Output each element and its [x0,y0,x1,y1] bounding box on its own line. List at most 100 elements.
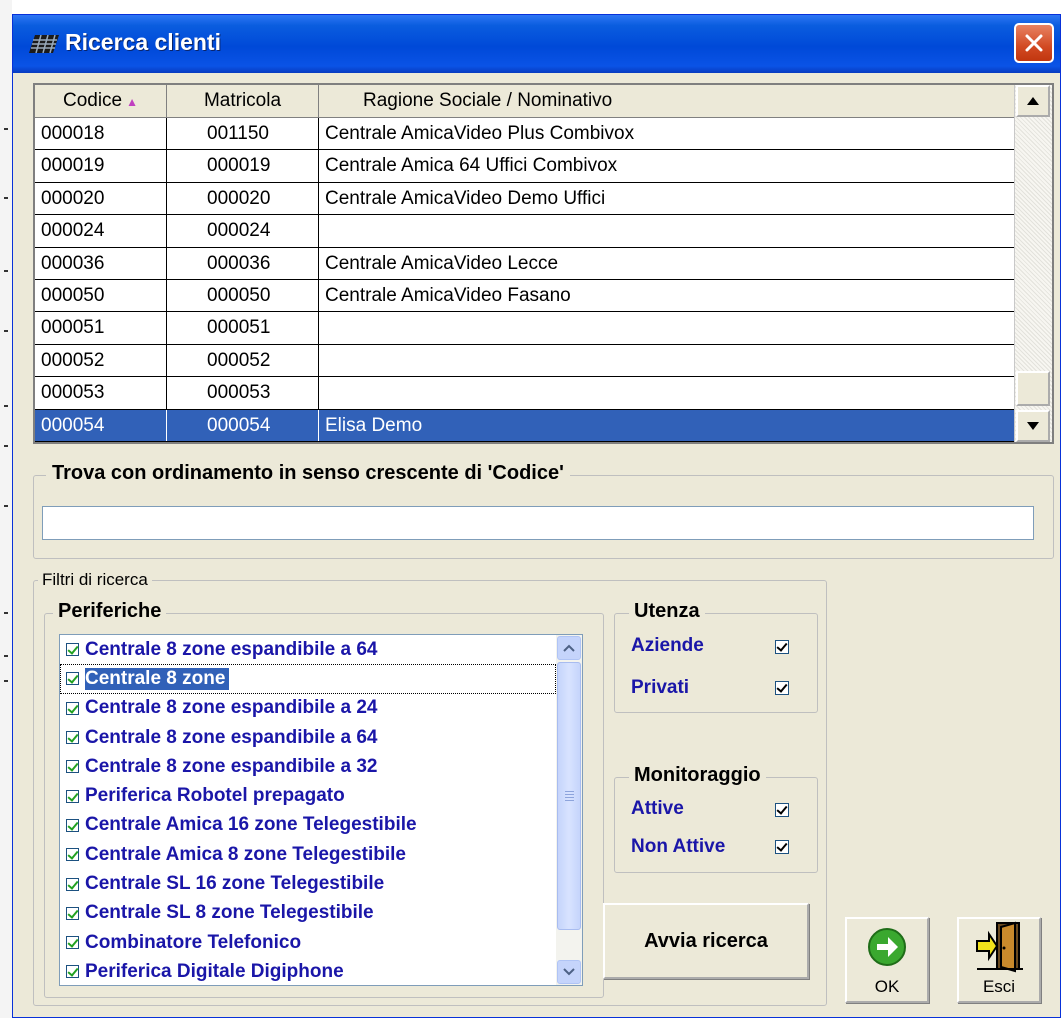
table-row[interactable]: 000053 000053 [35,377,1015,410]
list-item-label: Centrale Amica 16 zone Telegestibile [85,814,417,836]
exit-button[interactable]: Esci [957,917,1041,1003]
cell-nome [319,377,1015,409]
list-item-label: Centrale 8 zone espandibile a 32 [85,755,378,777]
cell-codice: 000036 [35,247,167,279]
filters-label: Filtri di ricerca [38,570,152,590]
checkbox[interactable] [66,701,79,715]
arrow-down-icon [1027,422,1039,430]
grid-vertical-scrollbar[interactable] [1014,85,1052,442]
checkbox[interactable] [66,731,79,745]
checkbox[interactable] [66,965,79,979]
table-row[interactable]: 000052 000052 [35,344,1015,378]
sort-up-icon: ▲ [126,95,139,109]
column-header-ragione-sociale[interactable]: Ragione Sociale / Nominativo [319,85,1015,117]
find-label: Trova con ordinamento in senso crescente… [46,462,570,485]
cell-nome [319,312,1015,344]
list-item[interactable]: Centrale 8 zone espandibile a 64 [60,723,556,752]
aziende-checkbox[interactable] [775,640,789,654]
checkbox[interactable] [66,818,79,832]
dialog-window: Ricerca clienti Codice ▲ Matricola Ragion… [12,14,1061,1018]
cell-codice: 000050 [35,279,167,312]
ok-button[interactable]: OK [845,917,929,1003]
cell-codice: 000019 [35,150,167,182]
scroll-up-button[interactable] [1016,85,1050,117]
scroll-down-button[interactable] [1016,410,1050,442]
background-window-edge [0,0,12,1018]
cell-codice: 000052 [35,344,167,377]
cell-nome [319,215,1015,247]
checkbox[interactable] [66,906,79,920]
column-header-codice[interactable]: Codice ▲ [35,85,167,117]
column-label: Codice [62,90,123,111]
non-attive-label: Non Attive [631,836,726,857]
list-item[interactable]: Centrale 8 zone espandibile a 32 [60,752,556,781]
list-vertical-scrollbar[interactable] [556,635,582,985]
close-button[interactable] [1014,23,1054,63]
checkbox[interactable] [66,936,79,950]
list-scroll-thumb[interactable] [557,662,581,930]
list-item[interactable]: Centrale 8 zone espandibile a 64 [60,635,556,664]
table-row[interactable]: 000018 001150 Centrale AmicaVideo Plus C… [35,118,1015,151]
find-input[interactable] [42,506,1034,540]
scroll-thumb[interactable] [1016,371,1050,406]
cell-matricola: 000051 [167,312,319,344]
chevron-down-icon [563,968,575,976]
column-label: Ragione Sociale / Nominativo [363,90,613,111]
non-attive-checkbox[interactable] [775,840,789,854]
table-row-selected[interactable]: 000054 000054 Elisa Demo [35,409,1015,442]
list-item[interactable]: Periferica Digitale Digiphone [60,957,556,985]
column-header-matricola[interactable]: Matricola [167,85,319,117]
list-item-selected[interactable]: Centrale 8 zone [60,664,556,694]
exit-label: Esci [982,977,1016,996]
cell-nome: Centrale AmicaVideo Demo Uffici [319,182,1015,215]
list-item-label: Centrale SL 16 zone Telegestibile [85,873,385,895]
list-item[interactable]: Combinatore Telefonico [60,928,556,957]
checkbox[interactable] [66,848,79,862]
cell-codice: 000051 [35,312,167,344]
table-row[interactable]: 000051 000051 [35,312,1015,345]
cell-matricola: 000052 [167,344,319,377]
list-item[interactable]: Centrale 8 zone espandibile a 24 [60,694,556,723]
list-item-label: Centrale 8 zone espandibile a 24 [85,697,378,719]
grid-header: Codice ▲ Matricola Ragione Sociale / Nomi… [35,85,1015,118]
privati-checkbox[interactable] [775,681,789,695]
periferiche-checklist[interactable]: Centrale 8 zone espandibile a 64 Central… [59,634,583,986]
privati-label: Privati [631,677,690,698]
checkbox[interactable] [66,789,79,803]
list-item-label: Centrale SL 8 zone Telegestibile [85,902,374,924]
list-item[interactable]: Centrale Amica 16 zone Telegestibile [60,811,556,840]
utenza-label: Utenza [629,600,705,623]
attive-checkbox[interactable] [775,803,789,817]
title-bar[interactable]: Ricerca clienti [13,15,1060,73]
cell-nome: Elisa Demo [319,409,1015,441]
list-item[interactable]: Centrale Amica 8 zone Telegestibile [60,840,556,869]
periferiche-group: Periferiche Centrale 8 zone espandibile … [44,600,604,998]
table-row[interactable]: 000036 000036 Centrale AmicaVideo Lecce [35,247,1015,280]
cell-nome: Centrale AmicaVideo Lecce [319,247,1015,279]
list-item[interactable]: Periferica Robotel prepagato [60,781,556,810]
cell-codice: 000018 [35,118,167,150]
list-scroll-down-button[interactable] [557,960,581,984]
cell-codice: 000054 [35,409,167,441]
table-row[interactable]: 000024 000024 [35,215,1015,248]
cell-matricola: 000036 [167,247,319,279]
checkbox[interactable] [66,643,79,657]
table-row[interactable]: 000019 000019 Centrale Amica 64 Uffici C… [35,150,1015,183]
cell-matricola: 000020 [167,182,319,215]
checkbox[interactable] [66,877,79,891]
checkbox[interactable] [66,760,79,774]
table-row[interactable]: 000050 000050 Centrale AmicaVideo Fasano [35,279,1015,313]
cell-nome: Centrale Amica 64 Uffici Combivox [319,150,1015,182]
start-search-button[interactable]: Avvia ricerca [603,903,809,979]
checkbox[interactable] [66,672,79,686]
list-item[interactable]: Centrale SL 8 zone Telegestibile [60,899,556,928]
customer-grid[interactable]: Codice ▲ Matricola Ragione Sociale / Nomi… [33,83,1054,444]
table-row[interactable]: 000020 000020 Centrale AmicaVideo Demo U… [35,182,1015,216]
list-scroll-up-button[interactable] [557,636,581,660]
list-item[interactable]: Centrale SL 16 zone Telegestibile [60,869,556,898]
green-arrow-right-icon [868,928,906,966]
grid-icon [29,35,59,53]
window-title: Ricerca clienti [65,29,221,55]
start-search-label: Avvia ricerca [644,929,768,952]
arrow-up-icon [1027,97,1039,105]
